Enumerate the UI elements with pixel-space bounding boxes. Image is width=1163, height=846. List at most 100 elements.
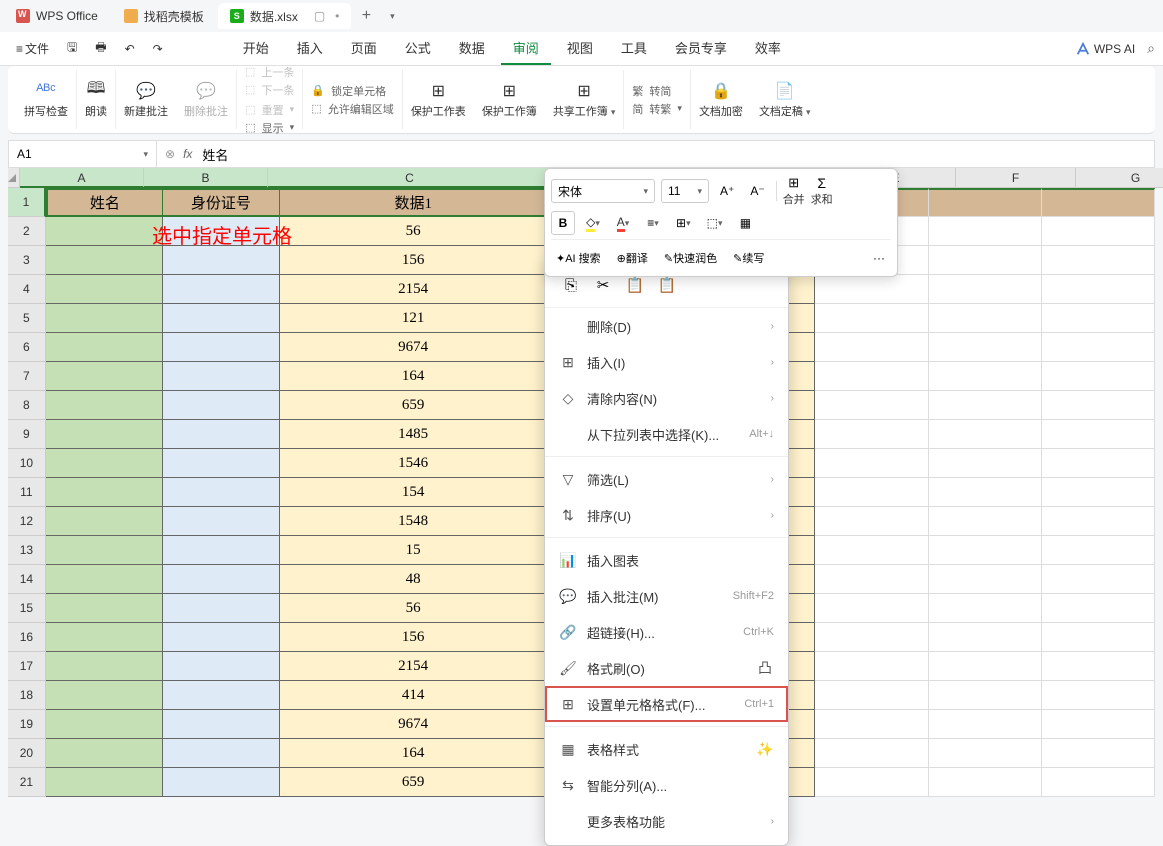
cell[interactable]: [46, 710, 163, 739]
reset-button[interactable]: ⬚ 重置 ▾: [245, 102, 294, 118]
cell[interactable]: [815, 507, 928, 536]
cell[interactable]: [929, 478, 1042, 507]
cell[interactable]: [929, 246, 1042, 275]
cell[interactable]: 164: [280, 739, 548, 768]
font-select[interactable]: 宋体▾: [551, 179, 655, 203]
cell[interactable]: 2154: [280, 652, 548, 681]
ctx-table-style[interactable]: ▦ 表格样式 ✨: [545, 731, 788, 767]
cell[interactable]: [1042, 710, 1155, 739]
ctx-hyperlink[interactable]: 🔗 超链接(H)... Ctrl+K: [545, 614, 788, 650]
tab-more-icon[interactable]: •: [335, 9, 339, 23]
cell[interactable]: [929, 362, 1042, 391]
tab-view[interactable]: 视图: [555, 32, 605, 65]
tab-review[interactable]: 审阅: [501, 32, 551, 65]
cell[interactable]: 154: [280, 478, 548, 507]
ctx-smart-split[interactable]: ⇆ 智能分列(A)...: [545, 767, 788, 803]
cell[interactable]: [815, 623, 928, 652]
new-tab-button[interactable]: +: [353, 3, 379, 29]
cell-style-button[interactable]: ▦: [733, 211, 757, 235]
col-header-f[interactable]: F: [956, 168, 1076, 188]
cell[interactable]: [815, 391, 928, 420]
cell[interactable]: [929, 565, 1042, 594]
cell[interactable]: [163, 710, 280, 739]
tab-document[interactable]: S 数据.xlsx ▢ •: [218, 3, 352, 29]
read-aloud-button[interactable]: 🕮 朗读: [85, 81, 107, 119]
cell[interactable]: [1042, 246, 1155, 275]
new-comment-button[interactable]: 💬 新建批注: [124, 81, 168, 119]
cell[interactable]: [1042, 304, 1155, 333]
cell[interactable]: 164: [280, 362, 548, 391]
row-header[interactable]: 9: [8, 420, 46, 449]
quick-fill-button[interactable]: ✎ 快速润色: [659, 246, 722, 270]
cell[interactable]: [815, 739, 928, 768]
menu-button[interactable]: ≡ 文件: [8, 36, 57, 61]
cell[interactable]: [929, 768, 1042, 797]
tab-tools[interactable]: 工具: [609, 32, 659, 65]
finalize-button[interactable]: 📄 文档定稿 ▾: [759, 81, 811, 119]
cell[interactable]: [163, 275, 280, 304]
cell[interactable]: [46, 536, 163, 565]
cell[interactable]: 身份证号: [163, 188, 280, 217]
cell[interactable]: [46, 246, 163, 275]
ctx-insert[interactable]: ⊞ 插入(I) ›: [545, 344, 788, 380]
cell[interactable]: [929, 739, 1042, 768]
cell[interactable]: [163, 623, 280, 652]
cell[interactable]: [163, 739, 280, 768]
cell[interactable]: [815, 420, 928, 449]
continue-button[interactable]: ✎ 续写: [728, 246, 769, 270]
row-header[interactable]: 18: [8, 681, 46, 710]
print-icon[interactable]: 🖶: [87, 34, 114, 63]
row-header[interactable]: 5: [8, 304, 46, 333]
cell[interactable]: [1042, 362, 1155, 391]
cell[interactable]: [163, 536, 280, 565]
cell[interactable]: [163, 681, 280, 710]
row-header[interactable]: 12: [8, 507, 46, 536]
row-header[interactable]: 4: [8, 275, 46, 304]
cell[interactable]: 1548: [280, 507, 548, 536]
prev-comment-button[interactable]: ⬚ 上一条: [245, 64, 294, 80]
row-header[interactable]: 16: [8, 623, 46, 652]
ctx-filter[interactable]: ▽ 筛选(L) ›: [545, 461, 788, 497]
cell[interactable]: [163, 478, 280, 507]
cell[interactable]: [1042, 478, 1155, 507]
cell[interactable]: 48: [280, 565, 548, 594]
ctx-format-painter[interactable]: 🖌 格式刷(O) 凸: [545, 650, 788, 686]
cell[interactable]: 659: [280, 768, 548, 797]
cell[interactable]: [46, 594, 163, 623]
cell[interactable]: [46, 449, 163, 478]
font-color-button[interactable]: A▾: [611, 211, 635, 235]
ctx-delete[interactable]: 删除(D) ›: [545, 308, 788, 344]
row-header[interactable]: 10: [8, 449, 46, 478]
cell[interactable]: [815, 710, 928, 739]
to-simplified-button[interactable]: 繁 转简: [632, 83, 682, 99]
cell[interactable]: 659: [280, 391, 548, 420]
tab-efficiency[interactable]: 效率: [743, 32, 793, 65]
cell[interactable]: [163, 362, 280, 391]
cell[interactable]: [1042, 768, 1155, 797]
cell[interactable]: [46, 739, 163, 768]
row-header[interactable]: 20: [8, 739, 46, 768]
cell[interactable]: [1042, 507, 1155, 536]
cell[interactable]: 15: [280, 536, 548, 565]
tab-formula[interactable]: 公式: [393, 32, 443, 65]
more-button[interactable]: ···: [867, 246, 891, 270]
cell[interactable]: 数据1: [280, 188, 548, 217]
cell[interactable]: 56: [280, 217, 548, 246]
tab-start[interactable]: 开始: [231, 32, 281, 65]
cell[interactable]: [929, 594, 1042, 623]
formula-input[interactable]: [200, 145, 380, 164]
cell[interactable]: [163, 565, 280, 594]
cell[interactable]: [1042, 275, 1155, 304]
cell[interactable]: [815, 594, 928, 623]
cell[interactable]: [815, 652, 928, 681]
cell[interactable]: [46, 362, 163, 391]
cell[interactable]: [46, 420, 163, 449]
cell[interactable]: [46, 681, 163, 710]
decrease-font-button[interactable]: A⁻: [745, 179, 769, 203]
delete-comment-button[interactable]: 💬 删除批注: [184, 81, 228, 119]
cell[interactable]: [1042, 333, 1155, 362]
cell[interactable]: [46, 217, 163, 246]
cell[interactable]: [163, 420, 280, 449]
undo-icon[interactable]: ↶: [117, 38, 143, 60]
cell[interactable]: [46, 565, 163, 594]
